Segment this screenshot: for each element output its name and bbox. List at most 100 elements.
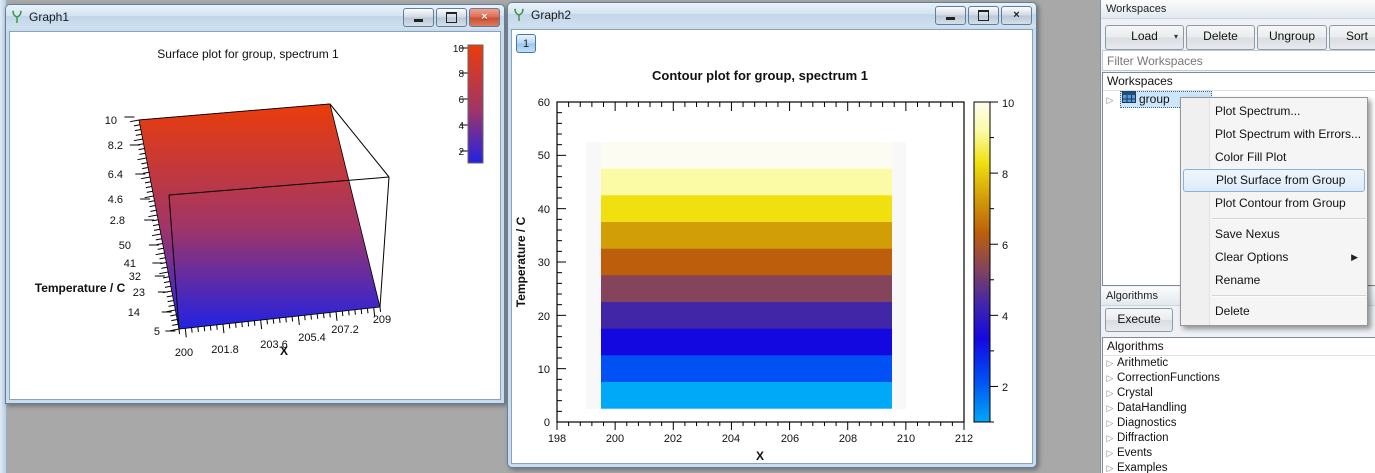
maximize-icon bbox=[446, 12, 457, 23]
minimize-icon bbox=[414, 19, 423, 22]
algorithms-tree-header: Algorithms bbox=[1103, 338, 1375, 356]
g1-colorbar bbox=[468, 45, 483, 163]
close-icon: × bbox=[1013, 10, 1019, 21]
g2-plot-title: Contour plot for group, spectrum 1 bbox=[652, 68, 868, 83]
algorithm-category-diagnostics[interactable]: ▷Diagnostics bbox=[1103, 416, 1375, 431]
svg-text:201.8: 201.8 bbox=[211, 344, 239, 356]
menu-item-plot-spectrum-with-errors[interactable]: Plot Spectrum with Errors... bbox=[1181, 123, 1367, 146]
g2-x-axis-label: X bbox=[756, 449, 764, 463]
svg-text:2.8: 2.8 bbox=[110, 215, 125, 227]
svg-text:200: 200 bbox=[606, 433, 624, 445]
svg-text:198: 198 bbox=[548, 433, 566, 445]
menu-item-delete[interactable]: Delete bbox=[1181, 300, 1367, 323]
svg-text:208: 208 bbox=[839, 433, 857, 445]
chevron-down-icon: ▾ bbox=[1174, 26, 1178, 47]
graph2-close-button[interactable]: × bbox=[1001, 6, 1032, 25]
expand-triangle-icon[interactable]: ▷ bbox=[1103, 416, 1117, 431]
svg-text:10: 10 bbox=[1002, 98, 1014, 110]
delete-button[interactable]: Delete bbox=[1186, 25, 1255, 50]
expand-triangle-icon[interactable]: ▷ bbox=[1103, 371, 1117, 386]
svg-text:30: 30 bbox=[538, 257, 550, 269]
expand-triangle-icon[interactable]: ▷ bbox=[1103, 356, 1117, 371]
graph1-maximize-button[interactable] bbox=[436, 8, 467, 27]
algorithm-category-correctionfunctions[interactable]: ▷CorrectionFunctions bbox=[1103, 371, 1375, 386]
svg-text:4: 4 bbox=[1002, 311, 1008, 323]
algorithm-category-diffraction[interactable]: ▷Diffraction bbox=[1103, 431, 1375, 446]
mantid-icon bbox=[10, 10, 24, 24]
g2-x-tick-labels: 198 200 202 204 206 208 210 212 bbox=[548, 433, 973, 445]
svg-text:202: 202 bbox=[664, 433, 682, 445]
svg-text:6: 6 bbox=[1002, 240, 1008, 252]
svg-text:206: 206 bbox=[781, 433, 799, 445]
expand-triangle-icon[interactable]: ▷ bbox=[1103, 92, 1117, 109]
g2-y-tick-labels: 60 50 40 30 20 10 0 bbox=[538, 97, 550, 429]
menu-separator bbox=[1212, 218, 1366, 220]
menu-item-color-fill-plot[interactable]: Color Fill Plot bbox=[1181, 146, 1367, 169]
svg-text:23: 23 bbox=[133, 287, 145, 299]
svg-text:8: 8 bbox=[1002, 169, 1008, 181]
expand-triangle-icon[interactable]: ▷ bbox=[1103, 446, 1117, 461]
ungroup-button[interactable]: Ungroup bbox=[1257, 25, 1327, 50]
graph2-canvas: 1 Contour plot for group, spectrum 1 bbox=[511, 29, 1033, 464]
menu-item-save-nexus[interactable]: Save Nexus bbox=[1181, 223, 1367, 246]
expand-triangle-icon[interactable]: ▷ bbox=[1103, 431, 1117, 446]
svg-text:14: 14 bbox=[128, 307, 140, 319]
graph2-maximize-button[interactable] bbox=[968, 6, 999, 25]
mantid-icon bbox=[512, 8, 526, 22]
g1-plot-title: Surface plot for group, spectrum 1 bbox=[157, 47, 339, 61]
svg-text:50: 50 bbox=[119, 240, 131, 252]
contour-plot: Contour plot for group, spectrum 1 6 0 bbox=[512, 30, 1032, 464]
svg-text:0: 0 bbox=[544, 417, 550, 429]
load-button[interactable]: Load▾ bbox=[1105, 25, 1184, 50]
algorithm-category-examples[interactable]: ▷Examples bbox=[1103, 461, 1375, 473]
minimize-icon bbox=[946, 17, 955, 20]
workspace-group-label: group bbox=[1139, 91, 1170, 108]
svg-text:212: 212 bbox=[955, 433, 973, 445]
submenu-arrow-icon: ▶ bbox=[1351, 246, 1358, 269]
g2-contour-bands bbox=[601, 142, 892, 409]
svg-text:6.4: 6.4 bbox=[108, 169, 123, 181]
graph1-minimize-button[interactable] bbox=[403, 8, 434, 27]
graph1-titlebar[interactable]: Graph1 × bbox=[6, 5, 504, 29]
algorithm-category-arithmetic[interactable]: ▷Arithmetic bbox=[1103, 356, 1375, 371]
graph1-canvas: Surface plot for group, spectrum 1 10 8.… bbox=[9, 31, 501, 400]
graph2-minimize-button[interactable] bbox=[935, 6, 966, 25]
svg-text:50: 50 bbox=[538, 150, 550, 162]
sort-button[interactable]: Sort bbox=[1329, 25, 1375, 50]
menu-item-plot-surface-from-group[interactable]: Plot Surface from Group bbox=[1183, 169, 1365, 192]
g1-z-tick-labels: 10 8.2 6.4 4.6 2.8 bbox=[105, 115, 125, 227]
graph2-window: Graph2 × 1 Contour plot bbox=[507, 2, 1037, 468]
graph2-titlebar[interactable]: Graph2 × bbox=[508, 3, 1036, 27]
svg-text:10: 10 bbox=[538, 364, 550, 376]
svg-text:10: 10 bbox=[105, 115, 117, 127]
maximize-icon bbox=[978, 10, 989, 21]
svg-text:2: 2 bbox=[458, 147, 464, 158]
svg-text:32: 32 bbox=[129, 271, 141, 283]
filter-workspaces-input[interactable] bbox=[1102, 50, 1375, 71]
menu-item-plot-spectrum[interactable]: Plot Spectrum... bbox=[1181, 100, 1367, 123]
algorithm-category-events[interactable]: ▷Events bbox=[1103, 446, 1375, 461]
workspaces-tree-header: Workspaces bbox=[1103, 73, 1375, 91]
graph1-window: Graph1 × Surface plot for group, spectru… bbox=[5, 4, 505, 404]
g1-colorbar-labels: 10 8 6 4 2 bbox=[453, 44, 465, 158]
expand-triangle-icon[interactable]: ▷ bbox=[1103, 401, 1117, 416]
execute-button[interactable]: Execute bbox=[1105, 308, 1173, 332]
g2-colorbar-labels: 10 8 6 4 2 bbox=[1002, 98, 1014, 394]
menu-item-clear-options[interactable]: Clear Options▶ bbox=[1181, 246, 1367, 269]
workspaces-dock-header[interactable]: Workspaces bbox=[1101, 0, 1375, 19]
svg-text:41: 41 bbox=[124, 258, 136, 270]
algorithms-tree: Algorithms ▷Arithmetic ▷CorrectionFuncti… bbox=[1102, 337, 1375, 473]
g2-colorbar bbox=[974, 102, 990, 422]
svg-text:210: 210 bbox=[897, 433, 915, 445]
algorithm-category-crystal[interactable]: ▷Crystal bbox=[1103, 386, 1375, 401]
graph2-window-title: Graph2 bbox=[531, 8, 933, 22]
svg-text:4.6: 4.6 bbox=[108, 194, 123, 206]
algorithm-category-datahandling[interactable]: ▷DataHandling bbox=[1103, 401, 1375, 416]
svg-text:6: 6 bbox=[458, 95, 464, 106]
g1-y-axis-label: Temperature / C bbox=[35, 281, 126, 295]
graph1-close-button[interactable]: × bbox=[469, 8, 500, 27]
expand-triangle-icon[interactable]: ▷ bbox=[1103, 386, 1117, 401]
menu-item-plot-contour-from-group[interactable]: Plot Contour from Group bbox=[1181, 192, 1367, 215]
menu-item-rename[interactable]: Rename bbox=[1181, 269, 1367, 292]
expand-triangle-icon[interactable]: ▷ bbox=[1103, 461, 1117, 473]
